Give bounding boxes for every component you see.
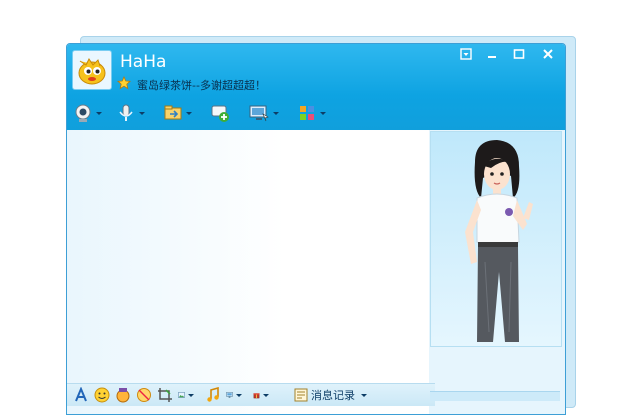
contact-name: HaHa <box>120 52 167 72</box>
avatar-show-figure-icon <box>465 140 533 342</box>
gift-icon <box>253 393 260 399</box>
nudge-button[interactable] <box>136 387 152 403</box>
gift-button[interactable] <box>253 387 269 403</box>
chat-window: HaHa 蜜岛绿茶饼--多谢超超超！ 消息记录 <box>66 43 566 415</box>
emoticon-icon <box>94 387 110 403</box>
menu-button[interactable] <box>455 46 477 62</box>
voice-call-icon <box>119 104 133 121</box>
image-button[interactable] <box>178 387 194 403</box>
message-history-area[interactable] <box>67 130 430 414</box>
close-icon <box>543 49 553 59</box>
minimize-button[interactable] <box>481 46 503 62</box>
message-log-button[interactable]: 消息记录 <box>294 387 367 403</box>
create-group-icon <box>211 105 229 122</box>
voice-call-button[interactable] <box>114 101 147 125</box>
fish-avatar-icon <box>78 58 106 85</box>
contact-avatar[interactable] <box>72 50 112 90</box>
apps-icon <box>300 106 314 120</box>
nudge-icon <box>137 388 151 402</box>
send-file-icon <box>164 105 182 120</box>
message-log-label: 消息记录 <box>311 389 355 402</box>
star-icon <box>117 76 131 90</box>
magic-emoticon-icon <box>116 388 130 403</box>
remote-assist-button[interactable] <box>246 101 281 125</box>
font-icon <box>75 387 87 402</box>
top-toolbar <box>71 100 328 126</box>
send-file-button[interactable] <box>161 101 194 125</box>
contact-signature: 蜜岛绿茶饼--多谢超超超！ <box>137 79 266 92</box>
music-icon <box>207 387 219 402</box>
maximize-icon <box>513 49 525 59</box>
menu-icon <box>460 48 472 60</box>
image-icon <box>178 392 185 398</box>
create-group-button[interactable] <box>208 101 232 125</box>
magic-emoticon-button[interactable] <box>115 387 131 403</box>
input-toolbar: 消息记录 <box>67 383 435 406</box>
emoticon-button[interactable] <box>94 387 110 403</box>
remote-assist-icon <box>249 105 269 122</box>
video-call-icon <box>75 104 91 122</box>
video-call-button[interactable] <box>71 101 104 125</box>
screenshot-icon <box>158 388 172 402</box>
screenshot-button[interactable] <box>157 387 173 403</box>
close-button[interactable] <box>537 46 559 62</box>
apps-button[interactable] <box>295 101 328 125</box>
music-button[interactable] <box>205 387 221 403</box>
title-bar[interactable]: HaHa 蜜岛绿茶饼--多谢超超超！ <box>67 44 565 130</box>
screen-share-icon <box>226 392 233 398</box>
contact-show-panel <box>430 131 562 347</box>
minimize-icon <box>488 56 496 58</box>
maximize-button[interactable] <box>508 46 530 62</box>
font-button[interactable] <box>73 387 89 403</box>
screen-share-button[interactable] <box>226 387 242 403</box>
side-panel <box>429 130 565 414</box>
